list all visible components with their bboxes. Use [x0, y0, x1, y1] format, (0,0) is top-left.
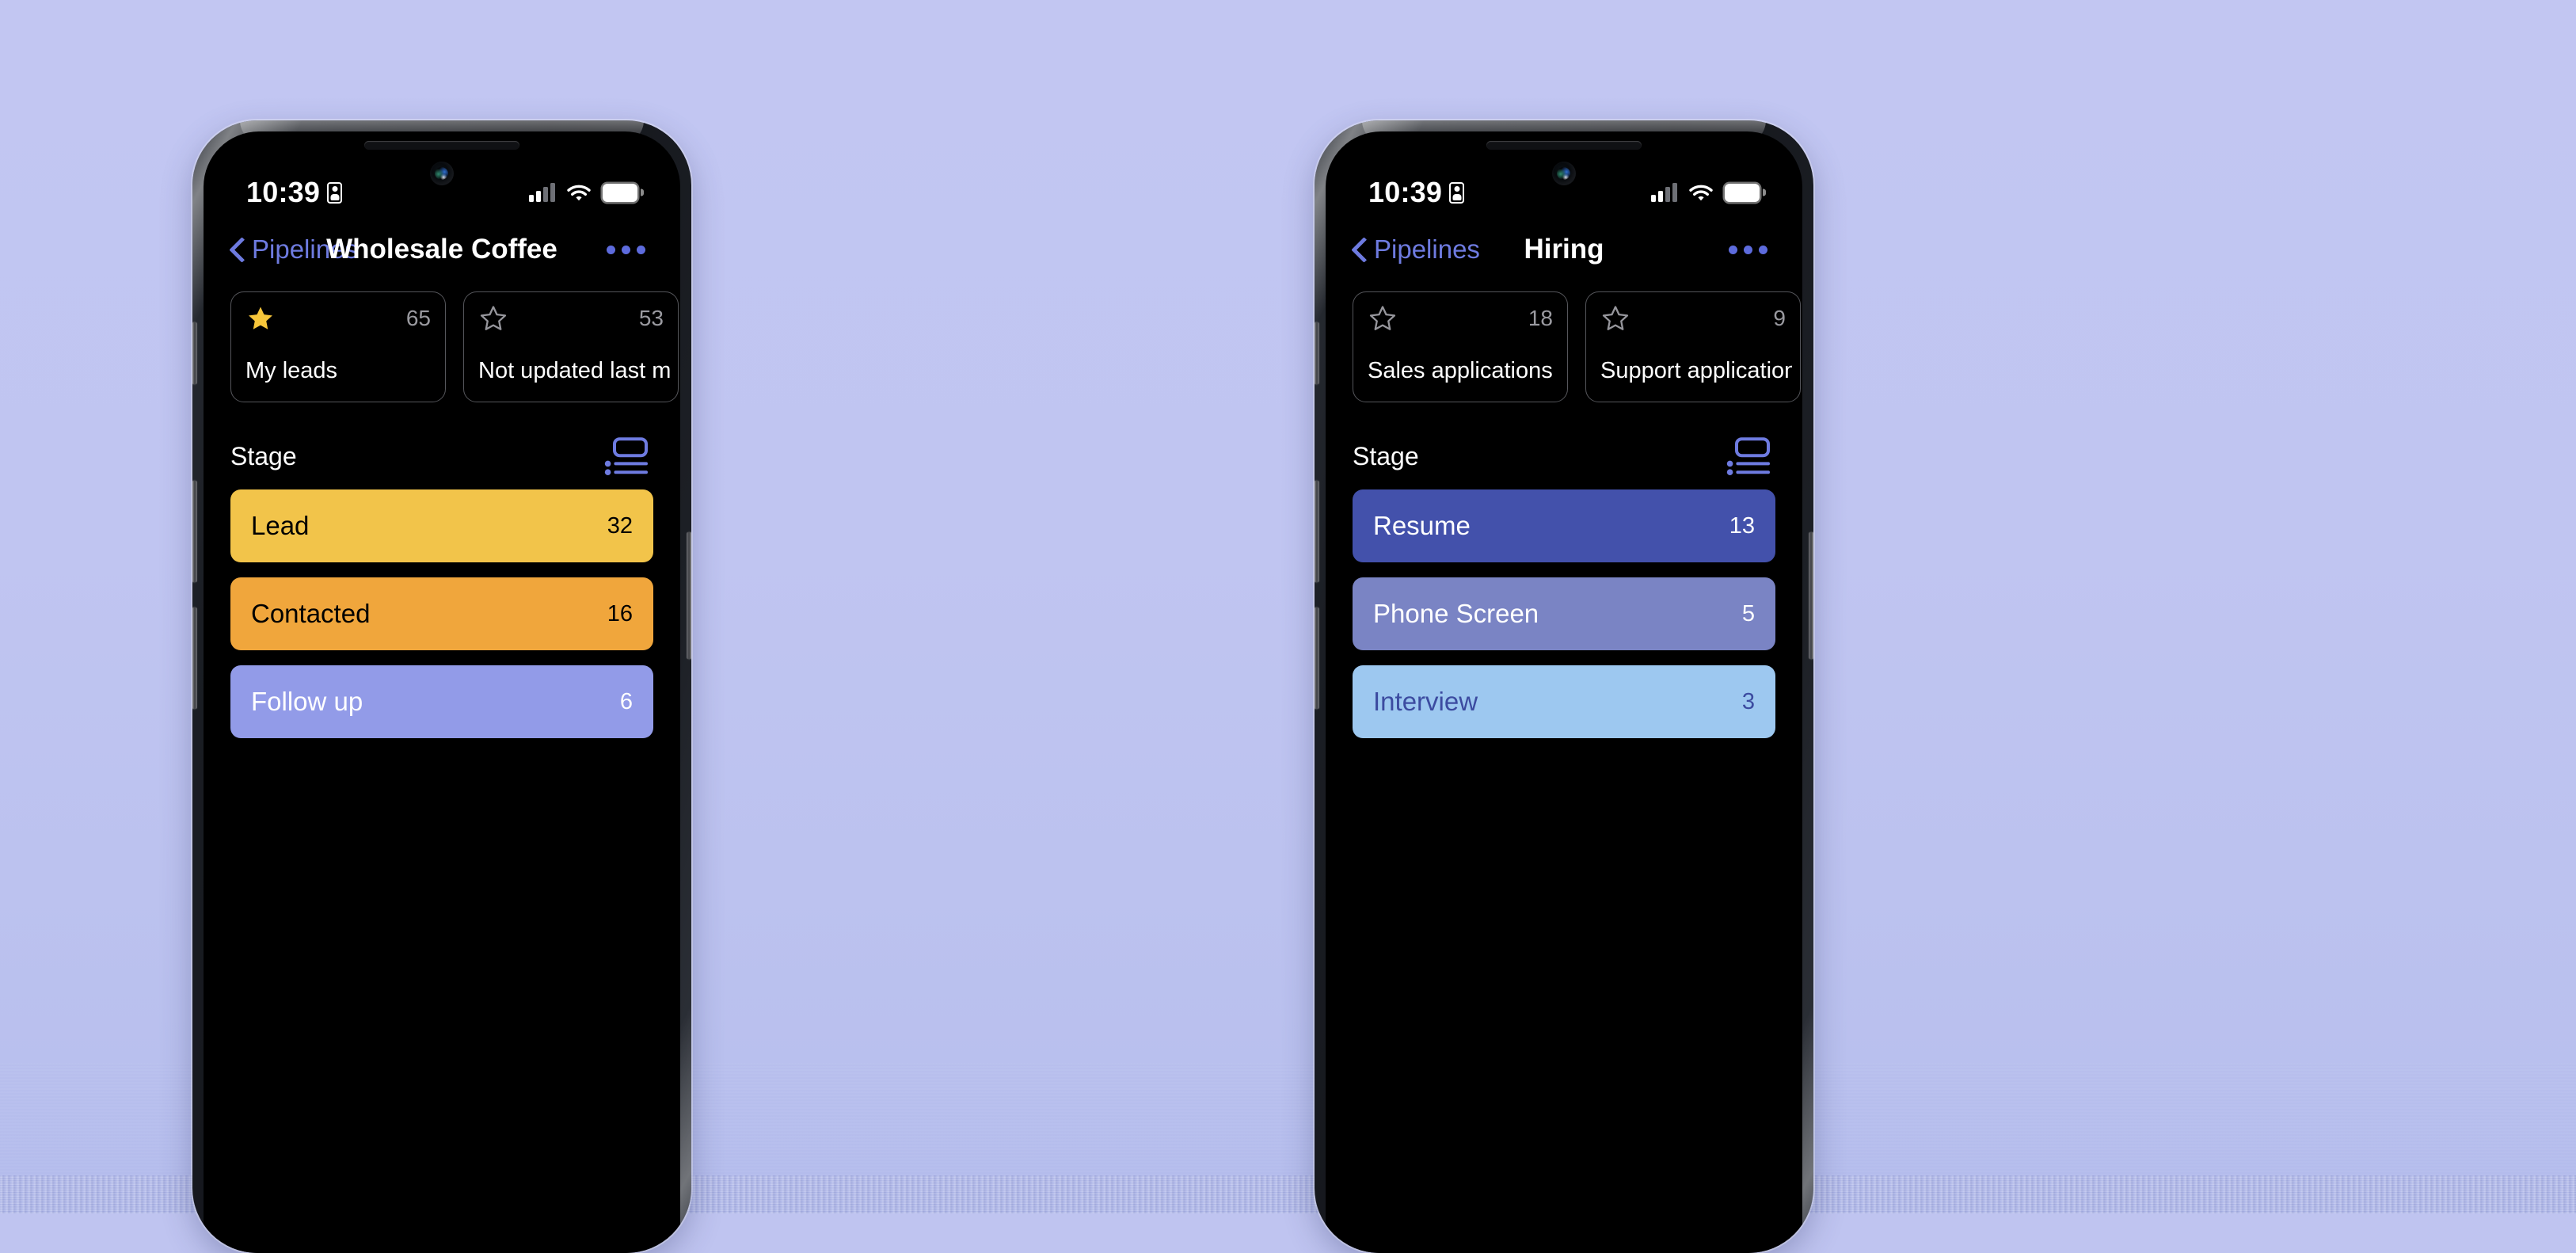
back-button-label: Pipelines [1374, 234, 1480, 264]
stage-section-header: Stage [204, 432, 680, 480]
status-bar-left: 10:39 [1368, 176, 1465, 208]
volume-down-button[interactable] [1315, 607, 1319, 709]
filter-card[interactable]: 9 Support applications [1585, 291, 1801, 402]
cellular-bars-icon [529, 183, 555, 202]
lock-portrait-icon [1449, 181, 1465, 204]
star-filled-icon[interactable] [245, 304, 276, 333]
filter-card[interactable]: 53 Not updated last m... [463, 291, 679, 402]
battery-full-icon [1725, 183, 1760, 202]
status-time: 10:39 [246, 176, 321, 208]
filter-card-label: Sales applications [1368, 358, 1553, 383]
status-time: 10:39 [1368, 176, 1443, 208]
filter-card-top: 18 [1368, 304, 1553, 333]
battery-full-icon [603, 183, 637, 202]
status-bar: 10:39 [204, 169, 680, 215]
filter-card-top: 9 [1600, 304, 1786, 333]
back-button-label: Pipelines [252, 234, 358, 264]
filter-card[interactable]: 18 Sales applications [1353, 291, 1568, 402]
status-bar-left: 10:39 [246, 176, 343, 208]
ellipsis-dot [607, 245, 615, 254]
stage-bar[interactable]: Lead 32 [230, 489, 653, 562]
ellipsis-dot [1744, 245, 1752, 254]
filter-card[interactable]: 65 My leads [230, 291, 446, 402]
status-bar: 10:39 [1326, 169, 1802, 215]
stage-section-title: Stage [230, 441, 297, 470]
earpiece-speaker [1486, 141, 1642, 150]
filter-card-strip[interactable]: 18 Sales applications 9 Support applicat… [1326, 291, 1802, 404]
navigation-bar: Pipelines Wholesale Coffee [204, 219, 680, 280]
chevron-left-icon [230, 238, 244, 261]
volume-up-button[interactable] [1315, 481, 1319, 582]
stage-name: Phone Screen [1373, 599, 1539, 628]
power-button[interactable] [687, 532, 691, 659]
stage-section-title: Stage [1353, 441, 1419, 470]
status-bar-right [529, 183, 637, 202]
list-bullet-rectangle-icon[interactable] [604, 436, 649, 476]
stage-count: 6 [619, 688, 633, 714]
volume-up-button[interactable] [192, 481, 197, 582]
power-button[interactable] [1809, 532, 1813, 659]
stage-name: Interview [1373, 687, 1478, 716]
back-to-pipelines-button[interactable]: Pipelines [1353, 234, 1480, 265]
phone-screen-right: 10:39 Pipelines Hiring 18 Sales applicat… [1326, 131, 1802, 1253]
filter-card-count: 18 [1528, 306, 1553, 330]
stage-name: Resume [1373, 511, 1471, 540]
stage-section-header: Stage [1326, 432, 1802, 480]
stage-bar-list: Resume 13 Phone Screen 5 Interview 3 [1353, 489, 1775, 753]
list-bullet-rectangle-icon[interactable] [1726, 436, 1771, 476]
stage-bar[interactable]: Contacted 16 [230, 577, 653, 650]
filter-card-count: 53 [638, 306, 664, 330]
phone-screen-left: 10:39 Pipelines Wholesale Coffee 65 My l… [204, 131, 680, 1253]
filter-card-top: 53 [478, 304, 664, 333]
stage-count: 5 [1741, 600, 1755, 626]
stage-bar-list: Lead 32 Contacted 16 Follow up 6 [230, 489, 653, 753]
phone-device-left: 10:39 Pipelines Wholesale Coffee 65 My l… [192, 120, 691, 1253]
ellipsis-dot [637, 245, 645, 254]
filter-card-label: My leads [245, 358, 338, 383]
stage-count: 16 [607, 600, 633, 626]
star-outline-icon[interactable] [478, 304, 508, 333]
filter-card-label: Not updated last m... [478, 358, 670, 383]
stage-name: Lead [251, 511, 310, 540]
ellipsis-dot [622, 245, 630, 254]
star-outline-icon[interactable] [1368, 304, 1398, 333]
stage-bar[interactable]: Follow up 6 [230, 665, 653, 738]
volume-down-button[interactable] [192, 607, 197, 709]
mute-switch-button[interactable] [192, 322, 197, 384]
phone-device-right: 10:39 Pipelines Hiring 18 Sales applicat… [1315, 120, 1813, 1253]
navigation-bar: Pipelines Hiring [1326, 219, 1802, 280]
wifi-icon [567, 185, 591, 201]
more-options-button[interactable] [1724, 234, 1772, 265]
ellipsis-dot [1759, 245, 1767, 254]
stage-name: Contacted [251, 599, 371, 628]
stage-count: 32 [607, 512, 633, 539]
chevron-left-icon [1353, 238, 1366, 261]
stage-bar[interactable]: Interview 3 [1353, 665, 1775, 738]
stage-count: 13 [1729, 512, 1755, 539]
filter-card-count: 65 [405, 306, 431, 330]
stage-bar[interactable]: Phone Screen 5 [1353, 577, 1775, 650]
earpiece-speaker [364, 141, 519, 150]
filter-card-strip[interactable]: 65 My leads 53 Not updated last m... [204, 291, 680, 404]
stage-count: 3 [1741, 688, 1755, 714]
filter-card-label: Support applications [1600, 358, 1792, 383]
back-to-pipelines-button[interactable]: Pipelines [230, 234, 358, 265]
filter-card-top: 65 [245, 304, 431, 333]
cellular-bars-icon [1651, 183, 1677, 202]
filter-card-count: 9 [1773, 306, 1786, 330]
mute-switch-button[interactable] [1315, 322, 1319, 384]
star-outline-icon[interactable] [1600, 304, 1630, 333]
status-bar-right [1651, 183, 1760, 202]
lock-portrait-icon [327, 181, 343, 204]
stage-name: Follow up [251, 687, 363, 716]
wifi-icon [1689, 185, 1713, 201]
stage-bar[interactable]: Resume 13 [1353, 489, 1775, 562]
ellipsis-dot [1729, 245, 1737, 254]
more-options-button[interactable] [602, 234, 650, 265]
